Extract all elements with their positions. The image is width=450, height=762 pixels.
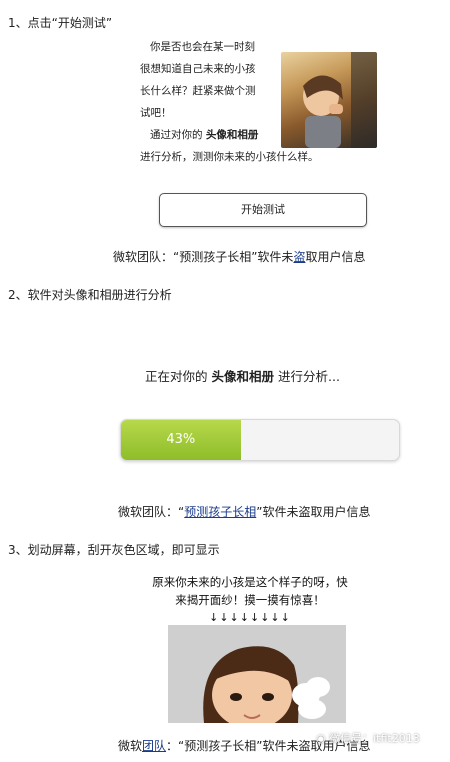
caption-1-underlined: 盗 — [293, 250, 306, 264]
analysis-status: 正在对你的 头像和相册 进行分析... — [145, 366, 340, 385]
disclaimer-caption-1: 微软团队：“预测孩子长相”软件未盗取用户信息 — [113, 248, 365, 265]
scratch-reveal-area[interactable] — [168, 625, 346, 723]
caption-2-link[interactable]: 预测孩子长相 — [184, 505, 256, 519]
reveal-line-2: 来揭开面纱！摸一摸有惊喜！ — [175, 593, 325, 607]
progress-fill: 43% — [121, 420, 241, 460]
caption-1-prefix: 微软团队：“预测孩子长相”软件未 — [113, 250, 294, 264]
caption-2-prefix: 微软团队：“ — [118, 505, 185, 519]
caption-3-part-a: 微软 — [118, 739, 143, 753]
caption-1-suffix: 取用户信息 — [305, 250, 366, 264]
intro-line-6: 进行分析，测测你未来的小孩什么样。 — [140, 151, 319, 163]
intro-line-5-prefix: 通过对你的 — [150, 129, 203, 141]
intro-line-3: 长什么样？赶紧来做个测 — [140, 85, 256, 97]
analysis-prefix: 正在对你的 — [145, 369, 208, 384]
analysis-progress-bar: 43% — [120, 419, 400, 461]
intro-text: 你是否也会在某一时刻 很想知道自己未来的小孩 长什么样？赶紧来做个测 试吧！ 通… — [140, 36, 319, 168]
step-2-label: 2、软件对头像和相册进行分析 — [8, 288, 172, 302]
intro-line-5: 通过对你的 头像和相册 — [140, 124, 290, 146]
start-test-button[interactable]: 开始测试 — [159, 193, 367, 227]
intro-line-4: 试吧！ — [140, 107, 172, 119]
caption-2-suffix: ”软件未盗取用户信息 — [256, 505, 371, 519]
wechat-icon: ◉ — [316, 732, 326, 745]
intro-line-2: 很想知道自己未来的小孩 — [140, 63, 256, 75]
intro-line-1: 你是否也会在某一时刻 — [150, 41, 255, 53]
reveal-line-1: 原来你未来的小孩是这个样子的呀，快 — [152, 575, 348, 589]
intro-highlight: 头像和相册 — [205, 129, 259, 141]
watermark-text: 微信号：itfit2013 — [329, 732, 420, 745]
reveal-instructions: 原来你未来的小孩是这个样子的呀，快 来揭开面纱！摸一摸有惊喜！ ↓↓↓↓↓↓↓↓ — [125, 573, 375, 627]
caption-3-underlined: 团队 — [142, 739, 167, 753]
analysis-highlight: 头像和相册 — [211, 369, 275, 384]
wechat-watermark: ◉ 微信号：itfit2013 — [316, 730, 420, 746]
step-3-label: 3、划动屏幕，刮开灰色区域，即可显示 — [8, 543, 220, 557]
child-photo — [281, 52, 377, 148]
analysis-suffix: 进行分析... — [278, 369, 340, 384]
disclaimer-caption-2: 微软团队：“预测孩子长相”软件未盗取用户信息 — [118, 503, 370, 520]
step-1-label: 1、点击“开始测试” — [8, 16, 113, 30]
